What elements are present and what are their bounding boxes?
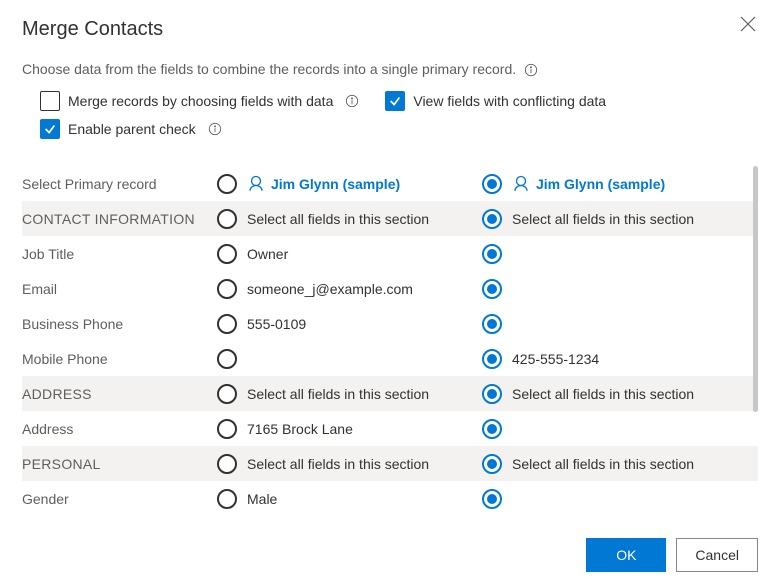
select-all-a: Select all fields in this section bbox=[247, 456, 429, 472]
scrollbar-thumb[interactable] bbox=[753, 166, 758, 412]
dialog-subtitle: Choose data from the fields to combine t… bbox=[22, 61, 758, 77]
field-row: Email someone_j@example.com bbox=[22, 271, 758, 306]
ok-button[interactable]: OK bbox=[586, 538, 666, 572]
options-row-2: Enable parent check bbox=[22, 119, 758, 139]
field-row: Job Title Owner bbox=[22, 236, 758, 271]
field-value-b: 425-555-1234 bbox=[512, 351, 599, 367]
select-primary-label: Select Primary record bbox=[22, 176, 217, 192]
checkbox-box bbox=[40, 119, 60, 139]
record-link-b[interactable]: Jim Glynn (sample) bbox=[512, 175, 665, 193]
checkbox-label: View fields with conflicting data bbox=[413, 93, 606, 109]
checkbox-box bbox=[40, 91, 60, 111]
record-link-a[interactable]: Jim Glynn (sample) bbox=[247, 175, 400, 193]
radio[interactable] bbox=[482, 174, 502, 194]
field-value-a: Owner bbox=[247, 246, 288, 262]
section-personal: PERSONAL Select all fields in this secti… bbox=[22, 446, 758, 481]
field-label: Job Title bbox=[22, 246, 217, 262]
person-icon bbox=[512, 175, 530, 193]
field-label: Gender bbox=[22, 491, 217, 507]
checkbox-view-conflicting[interactable]: View fields with conflicting data bbox=[385, 91, 606, 111]
checkbox-label: Enable parent check bbox=[68, 121, 196, 137]
field-row: Mobile Phone 425-555-1234 bbox=[22, 341, 758, 376]
field-row: Address 7165 Brock Lane bbox=[22, 411, 758, 446]
section-label: CONTACT INFORMATION bbox=[22, 211, 217, 227]
radio[interactable] bbox=[217, 174, 237, 194]
cancel-button[interactable]: Cancel bbox=[676, 538, 758, 572]
radio[interactable] bbox=[217, 384, 237, 404]
select-primary-row: Select Primary record Jim Glynn (sample)… bbox=[22, 166, 758, 201]
field-value-a: someone_j@example.com bbox=[247, 281, 413, 297]
radio[interactable] bbox=[482, 279, 502, 299]
radio[interactable] bbox=[482, 384, 502, 404]
fields-scroll-area: Select Primary record Jim Glynn (sample)… bbox=[22, 166, 758, 518]
options-row-1: Merge records by choosing fields with da… bbox=[22, 91, 758, 111]
close-button[interactable] bbox=[740, 16, 758, 34]
info-icon[interactable] bbox=[345, 94, 359, 108]
field-row: Business Phone 555-0109 bbox=[22, 306, 758, 341]
select-all-b: Select all fields in this section bbox=[512, 456, 694, 472]
checkbox-enable-parent[interactable]: Enable parent check bbox=[40, 119, 222, 139]
radio[interactable] bbox=[482, 489, 502, 509]
field-row: Gender Male bbox=[22, 481, 758, 516]
select-all-a: Select all fields in this section bbox=[247, 211, 429, 227]
radio[interactable] bbox=[217, 314, 237, 334]
field-label: Email bbox=[22, 281, 217, 297]
radio[interactable] bbox=[482, 454, 502, 474]
field-label: Mobile Phone bbox=[22, 351, 217, 367]
info-icon[interactable] bbox=[524, 63, 538, 77]
radio[interactable] bbox=[482, 349, 502, 369]
checkbox-merge-by-fields[interactable]: Merge records by choosing fields with da… bbox=[40, 91, 359, 111]
select-all-b: Select all fields in this section bbox=[512, 386, 694, 402]
field-value-a: 7165 Brock Lane bbox=[247, 421, 353, 437]
radio[interactable] bbox=[482, 314, 502, 334]
radio[interactable] bbox=[217, 209, 237, 229]
section-address: ADDRESS Select all fields in this sectio… bbox=[22, 376, 758, 411]
checkbox-box bbox=[385, 91, 405, 111]
section-label: ADDRESS bbox=[22, 386, 217, 402]
info-icon[interactable] bbox=[208, 122, 222, 136]
close-icon bbox=[740, 16, 756, 32]
radio[interactable] bbox=[482, 419, 502, 439]
merge-contacts-dialog: Merge Contacts Choose data from the fiel… bbox=[0, 0, 780, 586]
radio[interactable] bbox=[217, 279, 237, 299]
select-all-a: Select all fields in this section bbox=[247, 386, 429, 402]
radio[interactable] bbox=[217, 349, 237, 369]
field-label: Business Phone bbox=[22, 316, 217, 332]
radio[interactable] bbox=[217, 489, 237, 509]
dialog-title: Merge Contacts bbox=[22, 18, 758, 41]
fields-grid: Select Primary record Jim Glynn (sample)… bbox=[22, 166, 758, 516]
radio[interactable] bbox=[482, 244, 502, 264]
field-value-a: 555-0109 bbox=[247, 316, 306, 332]
radio[interactable] bbox=[217, 454, 237, 474]
radio[interactable] bbox=[217, 419, 237, 439]
subtitle-text: Choose data from the fields to combine t… bbox=[22, 61, 516, 77]
section-contact: CONTACT INFORMATION Select all fields in… bbox=[22, 201, 758, 236]
checkbox-label: Merge records by choosing fields with da… bbox=[68, 93, 333, 109]
radio[interactable] bbox=[217, 244, 237, 264]
scrollbar[interactable] bbox=[753, 166, 758, 518]
person-icon bbox=[247, 175, 265, 193]
section-label: PERSONAL bbox=[22, 456, 217, 472]
radio[interactable] bbox=[482, 209, 502, 229]
field-label: Address bbox=[22, 421, 217, 437]
dialog-footer: OK Cancel bbox=[586, 538, 758, 572]
field-value-a: Male bbox=[247, 491, 277, 507]
select-all-b: Select all fields in this section bbox=[512, 211, 694, 227]
